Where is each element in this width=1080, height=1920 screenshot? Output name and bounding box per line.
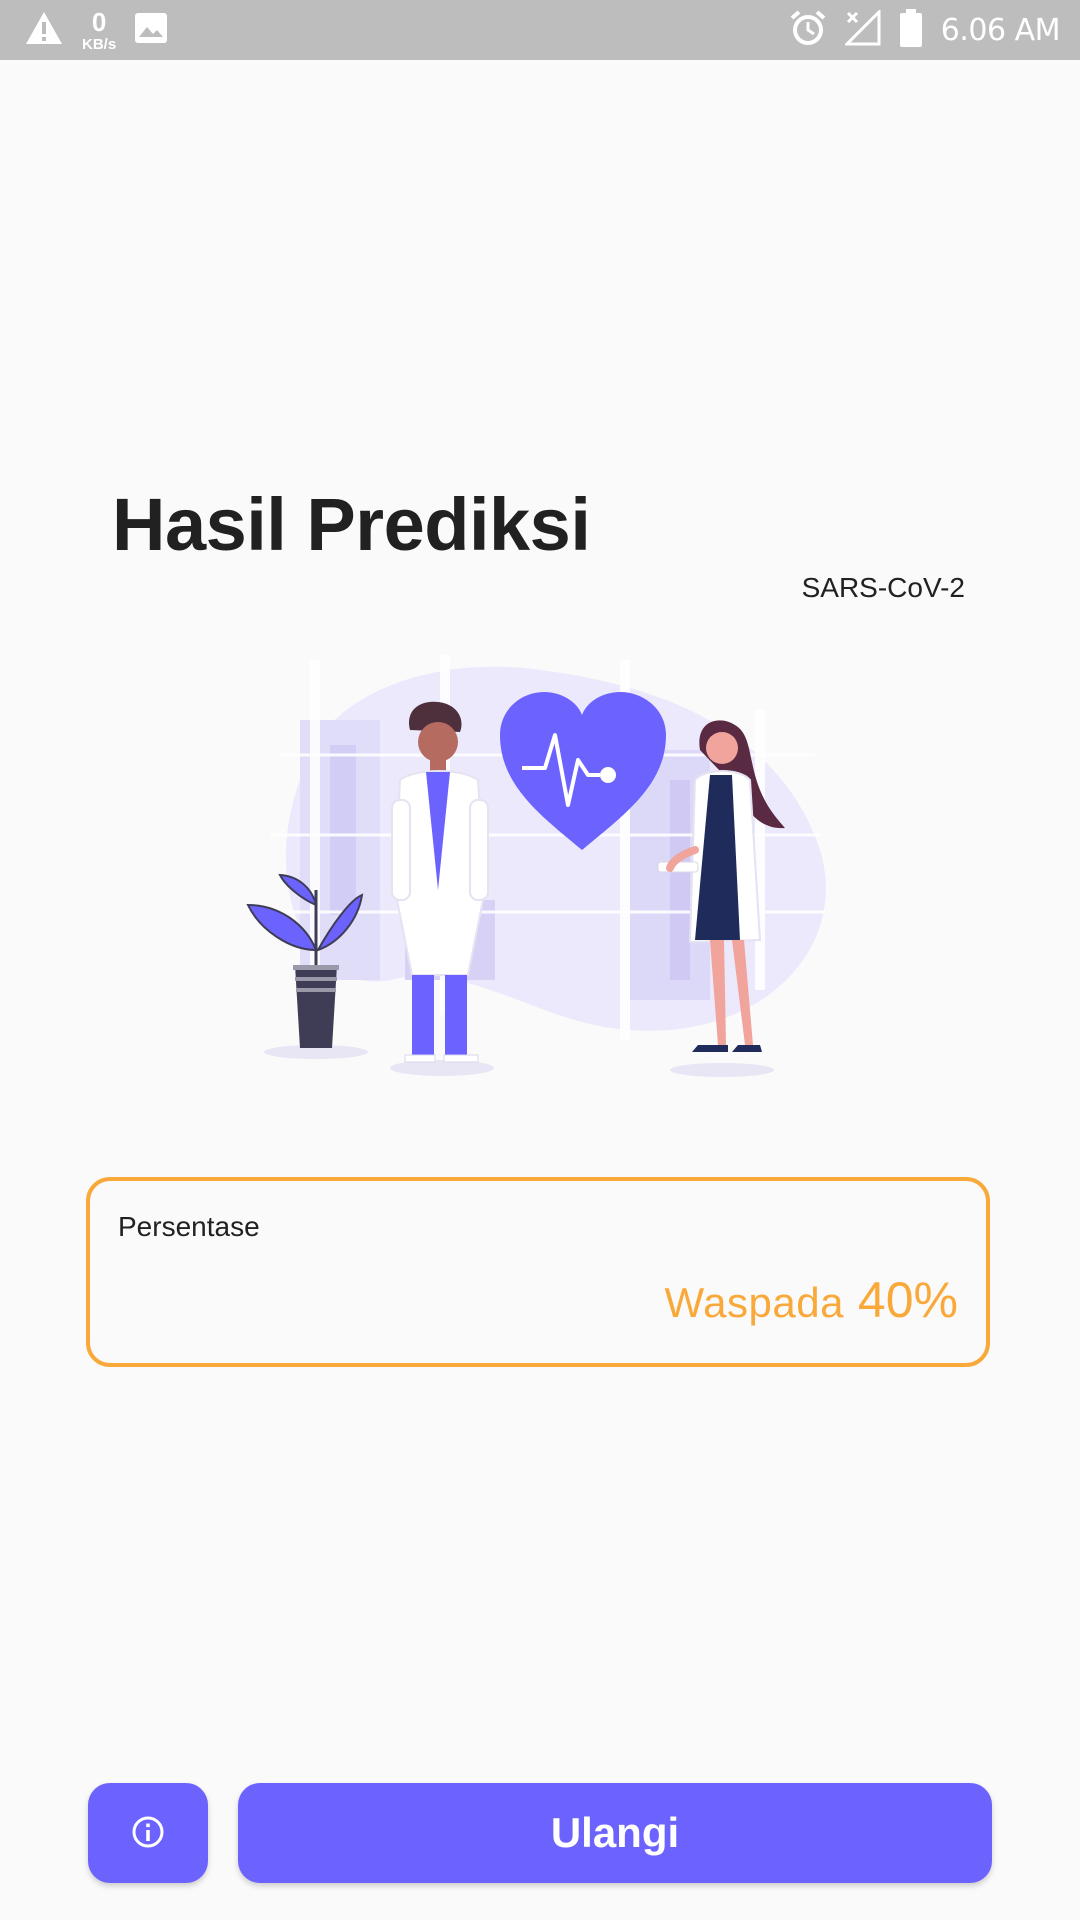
result-card: Persentase Waspada 40% xyxy=(86,1177,990,1367)
battery-icon xyxy=(899,8,923,52)
page-title: Hasil Prediksi xyxy=(112,483,591,566)
network-speed-value: 0 xyxy=(91,6,107,37)
status-bar: 0 KB/s 6.06 AM xyxy=(0,0,1080,60)
image-icon xyxy=(134,12,168,49)
doctors-heart-illustration xyxy=(246,655,826,1077)
result-status: Waspada xyxy=(664,1279,844,1326)
network-speed-unit: KB/s xyxy=(82,35,117,53)
warning-icon xyxy=(24,10,64,51)
signal-off-icon xyxy=(843,7,881,51)
result-percent: 40% xyxy=(857,1272,958,1328)
alarm-icon xyxy=(789,9,827,52)
retry-button[interactable]: Ulangi xyxy=(238,1783,992,1883)
info-icon xyxy=(130,1814,166,1853)
info-button[interactable] xyxy=(88,1783,208,1883)
result-value: Waspada 40% xyxy=(665,1271,958,1329)
status-time: 6.06 AM xyxy=(940,12,1061,48)
page-subtitle: SARS-CoV-2 xyxy=(801,572,965,603)
result-label: Persentase xyxy=(118,1211,260,1242)
network-speed: 0 KB/s xyxy=(82,9,116,52)
